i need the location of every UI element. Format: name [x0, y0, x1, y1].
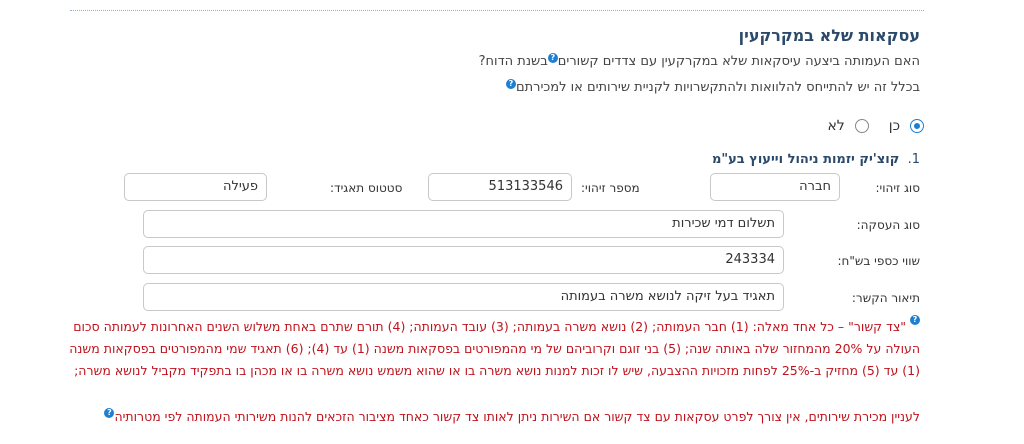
corporate-status-label: סטטוס תאגיד: [330, 181, 403, 195]
radio-yes-label: כן [888, 118, 900, 134]
question-circle-icon[interactable]: ? [104, 408, 115, 418]
top-divider [70, 10, 924, 11]
radio-yes[interactable] [910, 119, 924, 133]
relation-description-field[interactable]: תאגיד בעל זיקה לנושא משרה בעמותה [143, 283, 784, 311]
transaction-type-label: סוג העסקה: [856, 218, 920, 232]
transaction-type-field[interactable]: תשלום דמי שכירות [143, 210, 784, 238]
relation-description-label: תיאור הקשר: [851, 291, 920, 305]
services-note: לעניין מכירת שירותים, אין צורך לפרט עסקא… [104, 408, 920, 424]
monetary-value-field[interactable]: 243334 [143, 246, 784, 274]
question-circle-icon[interactable]: ? [547, 53, 558, 63]
question-circle-icon[interactable]: ? [505, 79, 516, 89]
related-party-name: קוצ'יק יזמות ניהול וייעוץ בע"מ [711, 152, 900, 167]
radio-no-label: לא [827, 118, 845, 134]
monetary-value-label: שווי כספי בש"ח: [837, 254, 920, 268]
related-transactions-question: האם העמותה ביצעה עיסקאות שלא במקרקעין עם… [478, 53, 920, 69]
id-type-field[interactable]: חברה [710, 173, 840, 201]
section-note: בכלל זה יש להתייחס להלוואות ולהתקשרויות … [505, 79, 920, 95]
section-note-text: בכלל זה יש להתייחס להלוואות ולהתקשרויות … [515, 80, 920, 95]
id-type-label: סוג זיהוי: [875, 181, 921, 195]
id-number-label: מספר זיהוי: [581, 181, 640, 195]
services-note-text: לעניין מכירת שירותים, אין צורך לפרט עסקא… [114, 409, 920, 424]
question-suffix: בשנת הדוח? [478, 54, 548, 69]
related-party-item-title: 1. קוצ'יק יזמות ניהול וייעוץ בע"מ [712, 152, 920, 167]
item-number: 1. [907, 152, 920, 167]
related-party-definition-note: ? "צד קשור" – כל אחד מאלה: (1) חבר העמות… [66, 315, 920, 382]
radio-no[interactable] [854, 119, 869, 133]
id-number-field[interactable]: 513133546 [428, 173, 572, 201]
section-title: עסקאות שלא במקרקעין [738, 26, 920, 45]
question-text: האם העמותה ביצעה עיסקאות שלא במקרקעין עם… [557, 54, 920, 69]
yes-no-radio-group: כן לא [813, 118, 924, 134]
corporate-status-field[interactable]: פעילה [124, 173, 267, 201]
related-party-definition-text: "צד קשור" – כל אחד מאלה: (1) חבר העמותה;… [69, 319, 920, 378]
question-circle-icon[interactable]: ? [910, 315, 920, 325]
